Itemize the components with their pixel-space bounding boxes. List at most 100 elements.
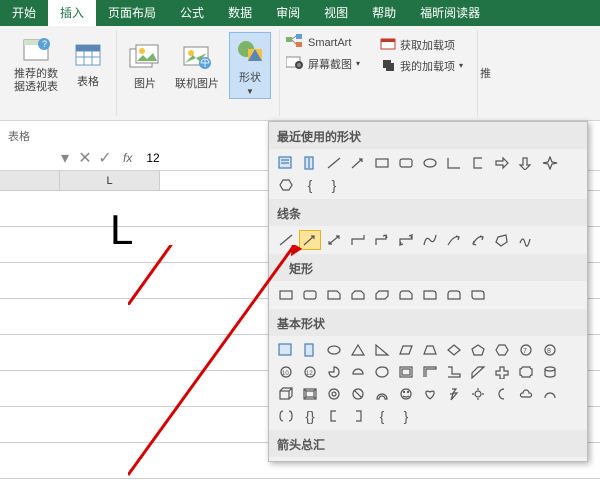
shape-oval2[interactable] (323, 340, 345, 360)
shape-sun[interactable] (467, 384, 489, 404)
shape-rtriangle[interactable] (443, 153, 465, 173)
shape-heart[interactable] (419, 384, 441, 404)
shapes-button[interactable]: 形状 ▼ (229, 32, 271, 99)
shape-roundrect[interactable] (299, 285, 321, 305)
shape-rtriangle2[interactable] (371, 340, 393, 360)
shape-arrow-down[interactable] (515, 153, 537, 173)
shape-elbow-double[interactable] (395, 230, 417, 250)
shape-frame[interactable] (395, 362, 417, 382)
select-all-corner[interactable] (0, 171, 60, 190)
shape-lbracket2[interactable] (323, 406, 345, 426)
shape-arrow-right[interactable] (491, 153, 513, 173)
shape-vtextbox[interactable] (299, 153, 321, 173)
shape-snip2same[interactable] (347, 285, 369, 305)
shape-line[interactable] (323, 153, 345, 173)
screenshot-button[interactable]: 屏幕截图 ▾ (286, 55, 360, 72)
shape-smiley[interactable] (395, 384, 417, 404)
shape-rect[interactable] (275, 285, 297, 305)
shape-elbow-arrow[interactable] (371, 230, 393, 250)
shape-textbox2[interactable] (275, 340, 297, 360)
shape-cloud[interactable] (515, 384, 537, 404)
shape-snipround[interactable] (395, 285, 417, 305)
shape-parallelogram[interactable] (395, 340, 417, 360)
shape-dodec[interactable]: 12 (299, 362, 321, 382)
shape-round1[interactable] (419, 285, 441, 305)
shape-vtextbox2[interactable] (299, 340, 321, 360)
shape-cube[interactable] (275, 384, 297, 404)
tab-foxit[interactable]: 福昕阅读器 (408, 0, 492, 26)
tab-help[interactable]: 帮助 (360, 0, 408, 26)
name-box[interactable] (0, 149, 55, 167)
cancel-icon[interactable]: ✕ (75, 148, 95, 168)
shape-hept[interactable]: 7 (515, 340, 537, 360)
shape-dbrace[interactable]: {} (299, 406, 321, 426)
online-pictures-button[interactable]: 联机图片 (171, 32, 223, 99)
shape-oval[interactable] (419, 153, 441, 173)
shape-line-doublearrow[interactable] (323, 230, 345, 250)
pictures-button[interactable]: 图片 (125, 32, 165, 99)
tab-layout[interactable]: 页面布局 (96, 0, 168, 26)
shape-scribble[interactable] (515, 230, 537, 250)
shape-oct[interactable]: 8 (539, 340, 561, 360)
shape-hex[interactable] (275, 175, 297, 195)
shape-teardrop[interactable] (371, 362, 393, 382)
shape-halfframe[interactable] (419, 362, 441, 382)
shape-chord[interactable] (347, 362, 369, 382)
shape-lightning[interactable] (443, 384, 465, 404)
shape-diamond[interactable] (443, 340, 465, 360)
shape-arrow-line[interactable] (347, 153, 369, 173)
shape-triangle[interactable] (347, 340, 369, 360)
enter-icon[interactable]: ✓ (95, 148, 115, 168)
shape-rbracket2[interactable] (347, 406, 369, 426)
tab-insert[interactable]: 插入 (48, 0, 96, 26)
recommended-charts-button[interactable]: 推 (478, 30, 493, 116)
shape-blockarc[interactable] (371, 384, 393, 404)
shape-curve-double[interactable] (467, 230, 489, 250)
tab-view[interactable]: 视图 (312, 0, 360, 26)
shape-donut[interactable] (323, 384, 345, 404)
shape-noSymbol[interactable] (347, 384, 369, 404)
shape-curve-arrow[interactable] (443, 230, 465, 250)
shape-hexagon[interactable] (491, 340, 513, 360)
shape-lbrace2[interactable]: { (371, 406, 393, 426)
col-header-L[interactable]: L (60, 171, 160, 190)
shape-plus[interactable] (491, 362, 513, 382)
shape-curve[interactable] (419, 230, 441, 250)
get-addins-button[interactable]: 获取加载项 (380, 36, 463, 53)
shape-lbracket[interactable] (467, 153, 489, 173)
shape-elbow[interactable] (347, 230, 369, 250)
shape-rect[interactable] (371, 153, 393, 173)
shape-pentagon[interactable] (467, 340, 489, 360)
shape-dec[interactable]: 10 (275, 362, 297, 382)
shape-rbrace2[interactable]: } (395, 406, 417, 426)
shape-bevel[interactable] (299, 384, 321, 404)
shape-pie[interactable] (323, 362, 345, 382)
shape-rbrace[interactable]: } (323, 175, 345, 195)
shape-moon[interactable] (491, 384, 513, 404)
shape-lbrace[interactable]: { (299, 175, 321, 195)
tab-home[interactable]: 开始 (0, 0, 48, 26)
tab-formulas[interactable]: 公式 (168, 0, 216, 26)
shape-roundrect[interactable] (395, 153, 417, 173)
shape-round2same[interactable] (443, 285, 465, 305)
tab-review[interactable]: 审阅 (264, 0, 312, 26)
shape-line-arrow[interactable] (299, 230, 321, 250)
my-addins-button[interactable]: 我的加载项 ▾ (380, 57, 463, 74)
shape-snip2diag[interactable] (371, 285, 393, 305)
shape-plaque[interactable] (515, 362, 537, 382)
dropdown-icon[interactable]: ▾ (55, 148, 75, 168)
shape-can[interactable] (539, 362, 561, 382)
shape-snip1[interactable] (323, 285, 345, 305)
shape-textbox[interactable] (275, 153, 297, 173)
shape-arc[interactable] (539, 384, 561, 404)
shape-round2diag[interactable] (467, 285, 489, 305)
shape-lshape[interactable] (443, 362, 465, 382)
tab-data[interactable]: 数据 (216, 0, 264, 26)
pivot-table-button[interactable]: ? 推荐的数 据透视表 (10, 32, 62, 96)
shape-star4[interactable] (539, 153, 561, 173)
smartart-button[interactable]: SmartArt (286, 34, 360, 51)
shape-dbracket[interactable] (275, 406, 297, 426)
shape-freeform[interactable] (491, 230, 513, 250)
shape-line[interactable] (275, 230, 297, 250)
shape-trapezoid[interactable] (419, 340, 441, 360)
